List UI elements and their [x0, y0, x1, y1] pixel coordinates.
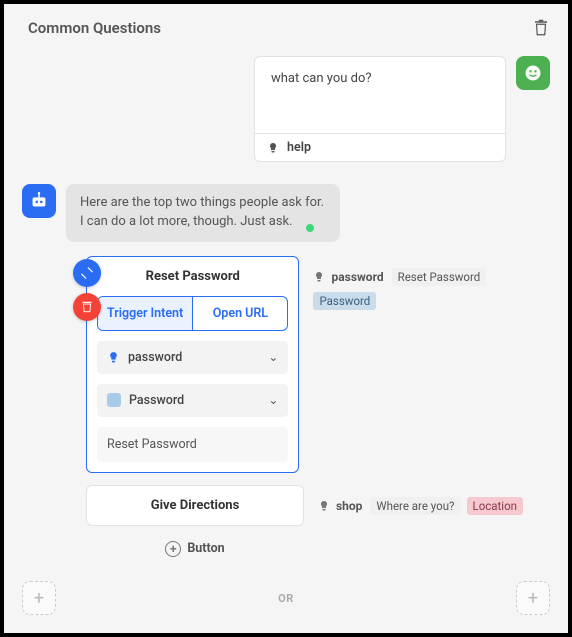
card-title: Give Directions — [87, 486, 303, 525]
intent-select[interactable]: password ⌄ — [97, 341, 288, 374]
action-type-tabs: Trigger Intent Open URL — [97, 296, 288, 331]
card-meta: shop Where are you? Location — [318, 497, 523, 515]
add-user-branch-button[interactable]: + — [22, 581, 56, 615]
robot-icon — [28, 190, 50, 212]
meta-chip-entity[interactable]: Password — [313, 292, 376, 310]
move-handle[interactable] — [73, 259, 101, 287]
bulb-icon — [107, 350, 120, 365]
bot-avatar — [22, 184, 56, 218]
entity-icon — [107, 393, 121, 407]
user-message-row: what can you do? help — [22, 56, 550, 162]
bot-message-input[interactable]: Here are the top two things people ask f… — [66, 184, 340, 242]
intent-select-value: password — [128, 350, 182, 365]
page-title: Common Questions — [28, 19, 161, 37]
trash-icon — [532, 18, 550, 38]
add-button-label: Button — [187, 541, 224, 556]
or-divider-row: + OR + — [4, 581, 568, 615]
bot-message-text: Here are the top two things people ask f… — [80, 195, 324, 229]
user-message-input[interactable]: what can you do? — [254, 56, 506, 134]
user-face-icon — [523, 63, 543, 83]
or-label: OR — [278, 592, 294, 605]
user-avatar — [516, 56, 550, 90]
plus-circle-icon: + — [165, 541, 181, 557]
button-card-give-directions[interactable]: Give Directions — [86, 485, 304, 526]
meta-chip-entity[interactable]: Location — [467, 497, 524, 515]
tab-trigger-intent[interactable]: Trigger Intent — [98, 297, 192, 330]
meta-intent-label: password — [331, 270, 383, 284]
bulb-icon — [318, 499, 330, 513]
button-nodes-area: Reset Password Trigger Intent Open URL — [66, 256, 550, 557]
collapse-icon — [80, 266, 94, 280]
meta-chip-utterance[interactable]: Reset Password — [392, 268, 487, 286]
button-card-reset-password[interactable]: Reset Password Trigger Intent Open URL — [86, 256, 299, 473]
card-meta: password Reset Password Password — [313, 268, 550, 310]
trash-icon — [80, 300, 94, 314]
button-node-selected-row: Reset Password Trigger Intent Open URL — [66, 256, 550, 473]
editor-canvas: Common Questions what can you do? help — [0, 0, 572, 637]
card-title[interactable]: Reset Password — [87, 257, 298, 296]
chevron-down-icon: ⌄ — [268, 350, 278, 364]
typing-indicator-icon — [306, 224, 314, 232]
user-intent-label: help — [287, 140, 311, 155]
entity-select[interactable]: Password ⌄ — [97, 384, 288, 417]
add-bot-branch-button[interactable]: + — [516, 581, 550, 615]
button-text-input[interactable]: Reset Password — [97, 427, 288, 462]
tab-open-url[interactable]: Open URL — [192, 297, 287, 330]
add-button[interactable]: + Button — [165, 541, 224, 557]
plus-icon: + — [528, 588, 538, 609]
bulb-icon — [313, 270, 325, 284]
delete-block-button[interactable] — [532, 18, 550, 38]
meta-chip-utterance[interactable]: Where are you? — [370, 497, 460, 515]
entity-select-value: Password — [129, 393, 184, 408]
content-area: what can you do? help — [4, 48, 568, 633]
user-intent-chip[interactable]: help — [254, 134, 506, 162]
header: Common Questions — [4, 4, 568, 48]
card-body: password ⌄ Password ⌄ — [87, 331, 298, 472]
bulb-icon — [267, 141, 279, 155]
bot-row: Here are the top two things people ask f… — [22, 184, 550, 561]
add-button-row: + Button — [86, 538, 304, 557]
plus-icon: + — [34, 588, 44, 609]
button-node-row: Give Directions shop Where are you? Loca… — [66, 485, 550, 526]
bot-column: Here are the top two things people ask f… — [66, 184, 550, 561]
user-message-block: what can you do? help — [254, 56, 506, 162]
meta-intent-label: shop — [336, 499, 362, 513]
delete-card-button[interactable] — [73, 293, 101, 321]
chevron-down-icon: ⌄ — [268, 393, 278, 407]
